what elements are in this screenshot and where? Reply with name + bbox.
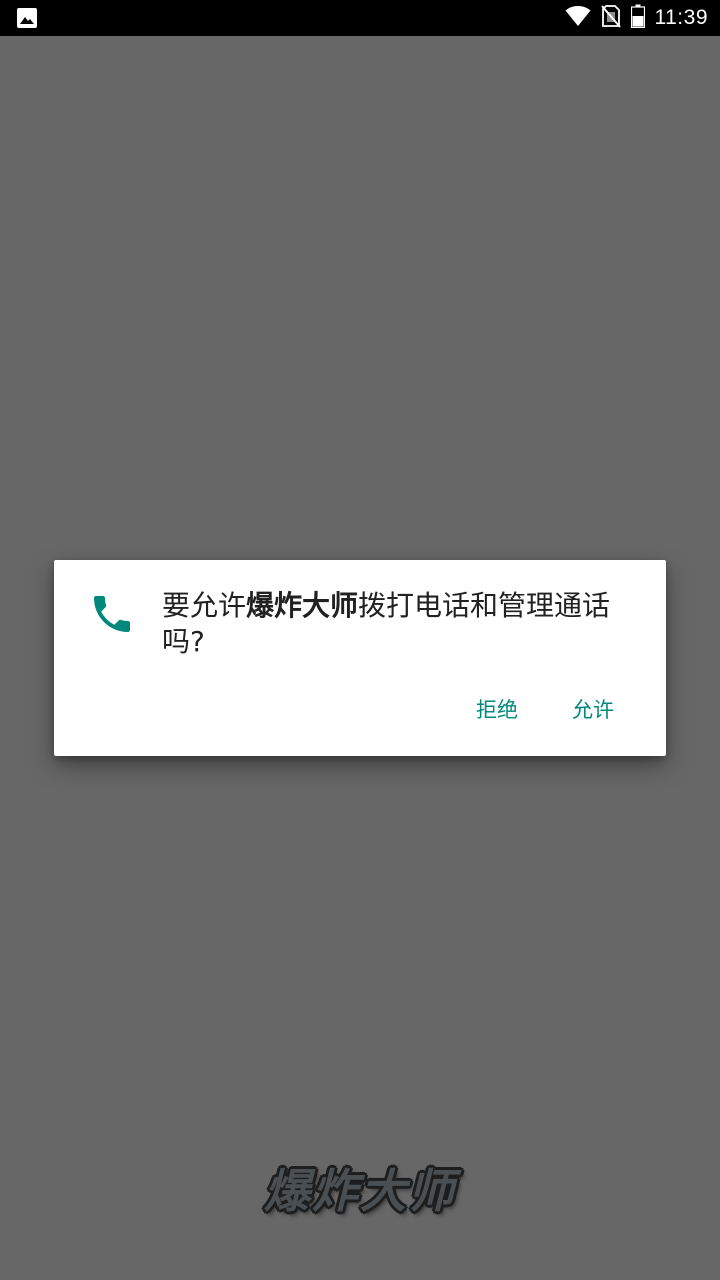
image-notification-icon bbox=[16, 7, 38, 29]
no-sim-icon bbox=[600, 4, 621, 32]
permission-dialog: 要允许爆炸大师拨打电话和管理通话吗? 拒绝 允许 bbox=[54, 560, 666, 756]
app-logo: 爆炸大师 bbox=[264, 1164, 456, 1218]
message-prefix: 要允许 bbox=[162, 589, 247, 622]
phone-icon bbox=[88, 590, 136, 638]
status-bar: 11:39 bbox=[0, 0, 720, 36]
deny-button[interactable]: 拒绝 bbox=[464, 688, 530, 732]
allow-button[interactable]: 允许 bbox=[560, 688, 626, 732]
app-name: 爆炸大师 bbox=[246, 589, 359, 622]
status-time: 11:39 bbox=[654, 6, 708, 29]
permission-message: 要允许爆炸大师拨打电话和管理通话吗? bbox=[162, 588, 646, 660]
battery-icon bbox=[630, 4, 645, 32]
wifi-icon bbox=[565, 5, 591, 31]
